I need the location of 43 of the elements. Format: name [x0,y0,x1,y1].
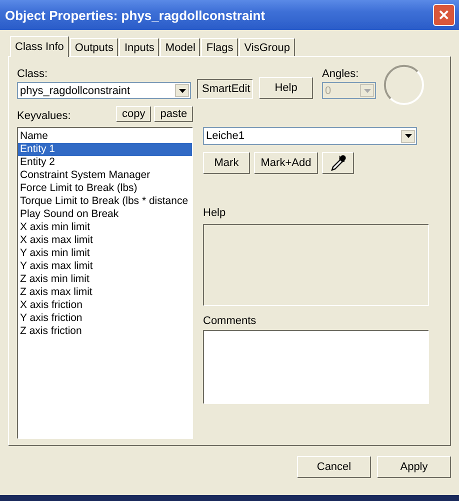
list-item[interactable]: Entity 1 [18,143,192,156]
tab[interactable]: Inputs [119,38,160,56]
tab[interactable]: VisGroup [239,38,295,56]
help-label: Help [203,207,227,219]
angle-dial-icon[interactable] [382,63,426,107]
paste-button[interactable]: paste [154,106,194,122]
list-item[interactable]: X axis friction [18,299,192,312]
class-label: Class: [17,68,49,80]
tab[interactable]: Flags [201,38,238,56]
list-item[interactable]: Name [18,130,192,143]
list-item[interactable]: X axis max limit [18,234,192,247]
eyedropper-button[interactable] [322,152,354,174]
list-item[interactable]: Force Limit to Break (lbs) [18,182,192,195]
list-item[interactable]: Z axis friction [18,325,192,338]
list-item[interactable]: X axis min limit [18,221,192,234]
list-item[interactable]: Constraint System Manager [18,169,192,182]
list-item[interactable]: Play Sound on Break [18,208,192,221]
tab[interactable]: Class Info [10,36,69,57]
copy-button[interactable]: copy [116,106,152,122]
help-button[interactable]: Help [259,77,313,99]
list-item[interactable]: Torque Limit to Break (lbs * distance [18,195,192,208]
list-item[interactable]: Z axis max limit [18,286,192,299]
close-button[interactable]: ✕ [433,4,455,26]
comments-label: Comments [203,315,258,327]
dialog-button[interactable]: Apply [377,456,451,478]
mark-button[interactable]: Mark [203,152,250,174]
tab[interactable]: Outputs [70,38,118,56]
smartedit-button[interactable]: SmartEdit [197,79,253,99]
list-item[interactable]: Z axis min limit [18,273,192,286]
eyedropper-icon [329,154,347,172]
angles-label: Angles: [322,68,360,80]
dialog-button[interactable]: Cancel [297,456,371,478]
comments-field[interactable] [203,330,429,404]
list-item[interactable]: Y axis friction [18,312,192,325]
keyvalues-label: Keyvalues: [17,110,72,122]
list-item[interactable]: Y axis max limit [18,260,192,273]
mark-add-button[interactable]: Mark+Add [254,152,318,174]
list-item[interactable]: Entity 2 [18,156,192,169]
class-dropdown[interactable]: phys_ragdollconstraint [17,82,191,99]
value-dropdown[interactable]: Leiche1 [203,127,417,145]
tab[interactable]: Model [160,38,200,56]
list-item[interactable]: Y axis min limit [18,247,192,260]
window-title: Object Properties: phys_ragdollconstraint [5,8,266,22]
